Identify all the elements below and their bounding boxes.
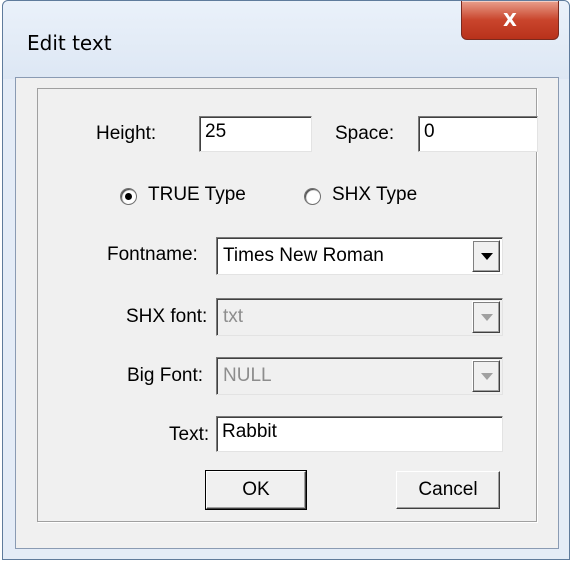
- bigfont-value: NULL: [223, 365, 272, 386]
- radio-true-type-label[interactable]: TRUE Type: [148, 184, 246, 206]
- dialog-body: Height: 25 Space: 0 TRUE Type SHX Type F…: [15, 77, 559, 549]
- edit-text-dialog: Edit text X Height: 25 Space: 0 TRUE Typ…: [2, 0, 570, 560]
- options-group: Height: 25 Space: 0 TRUE Type SHX Type F…: [37, 88, 538, 522]
- space-label: Space:: [335, 123, 395, 144]
- fontname-dropdown-button[interactable]: [472, 240, 500, 272]
- fontname-value: Times New Roman: [223, 245, 384, 266]
- fontname-select[interactable]: Times New Roman: [216, 237, 503, 275]
- cancel-button[interactable]: Cancel: [396, 471, 500, 509]
- chevron-down-icon: [481, 253, 493, 260]
- close-icon: X: [503, 9, 517, 31]
- text-field[interactable]: Rabbit: [216, 416, 503, 452]
- bigfont-label: Big Font:: [127, 365, 204, 386]
- space-field[interactable]: 0: [418, 116, 538, 152]
- chevron-down-icon: [481, 314, 493, 321]
- height-label: Height:: [96, 123, 157, 144]
- fontname-label: Fontname:: [107, 244, 198, 265]
- shxfont-select[interactable]: txt: [216, 298, 503, 336]
- radio-true-type[interactable]: [120, 188, 137, 205]
- radio-selected-dot: [125, 193, 132, 200]
- shxfont-value: txt: [223, 306, 244, 327]
- bigfont-select[interactable]: NULL: [216, 357, 503, 395]
- height-field[interactable]: 25: [199, 116, 312, 152]
- ok-button[interactable]: OK: [205, 470, 307, 510]
- shxfont-dropdown-button[interactable]: [472, 301, 500, 333]
- radio-shx-type[interactable]: [304, 188, 321, 205]
- bigfont-dropdown-button[interactable]: [472, 360, 500, 392]
- chevron-down-icon: [481, 373, 493, 380]
- close-button[interactable]: X: [461, 1, 559, 40]
- shxfont-label: SHX font:: [126, 306, 208, 327]
- window-title: Edit text: [27, 31, 112, 55]
- text-label: Text:: [169, 424, 210, 445]
- radio-shx-type-label[interactable]: SHX Type: [332, 184, 417, 206]
- title-bar[interactable]: Edit text X: [3, 1, 569, 79]
